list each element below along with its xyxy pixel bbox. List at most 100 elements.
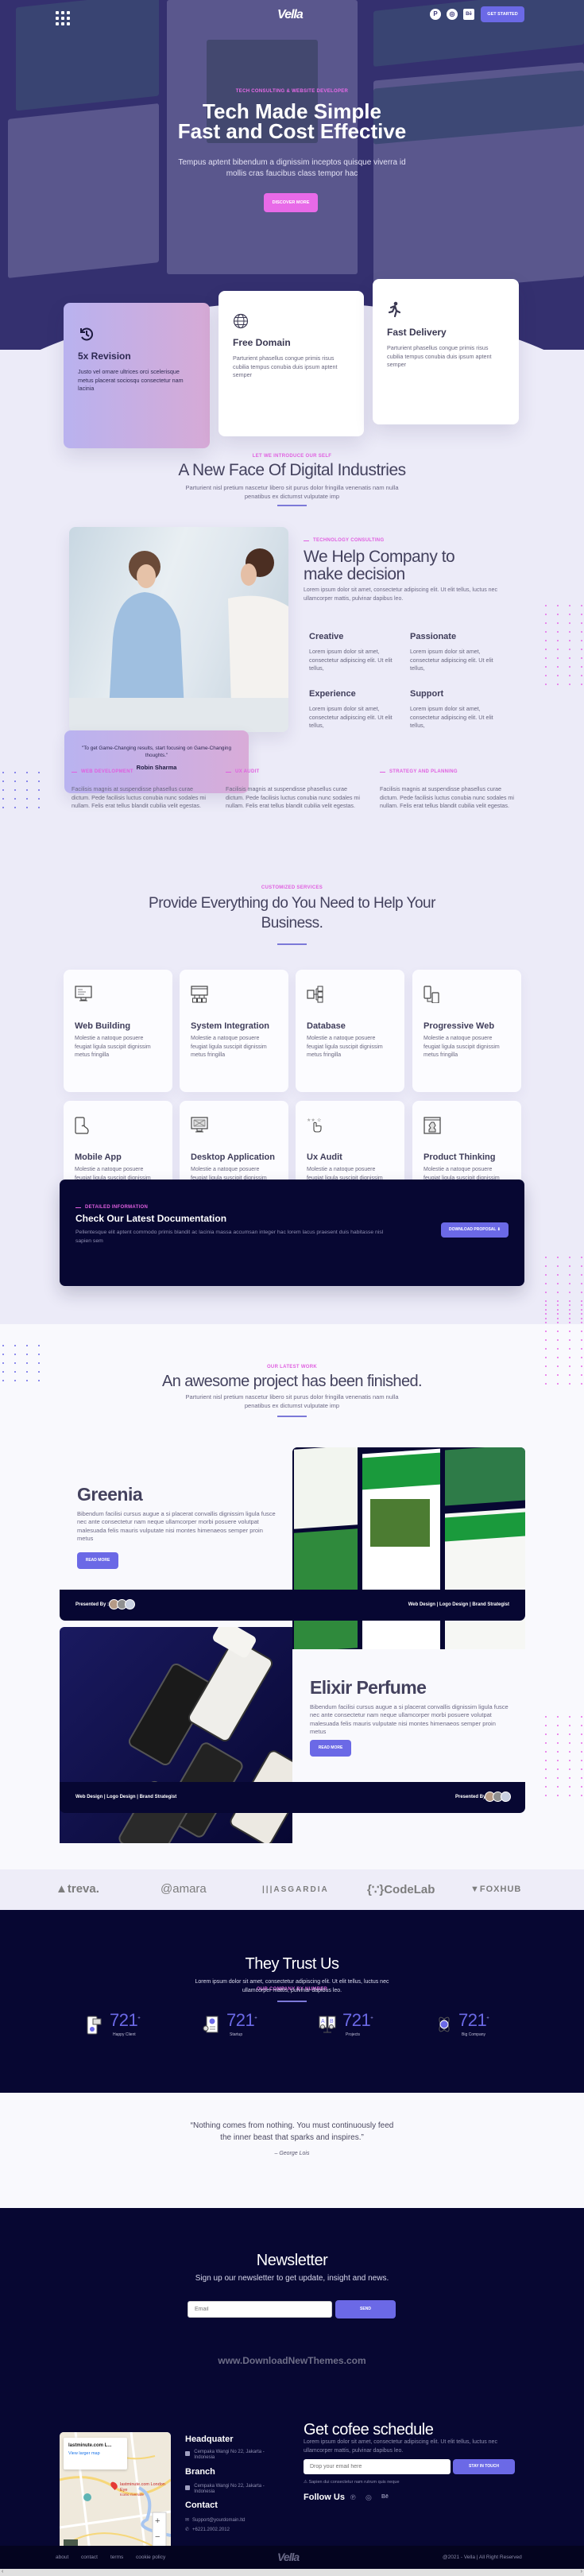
view-larger-map-link[interactable]: View larger map bbox=[68, 2451, 127, 2456]
service-title: Product Thinking bbox=[423, 1152, 496, 1162]
dribbble-icon[interactable]: ◎ bbox=[365, 2493, 372, 2502]
service-title: Ux Audit bbox=[307, 1152, 342, 1162]
stay-in-touch-button[interactable]: Stay in Touch bbox=[453, 2459, 515, 2474]
footer-link-about[interactable]: about bbox=[56, 2555, 68, 2560]
behance-icon[interactable]: Bē bbox=[381, 2494, 389, 2500]
svg-text:A: A bbox=[321, 2019, 325, 2024]
service-card[interactable]: Web Building Molestie a natoque posuere … bbox=[64, 970, 172, 1092]
footer-link-terms[interactable]: terms bbox=[110, 2555, 123, 2560]
scroll-left-icon[interactable]: ‹ bbox=[2, 2569, 3, 2574]
site-logo[interactable]: Vella bbox=[277, 8, 304, 22]
branch-address: Cempaka Wangi No 22, Jakarta - Indonesia bbox=[185, 2484, 277, 2495]
feature-text: Parturient phasellus congue primis risus… bbox=[387, 344, 492, 368]
horizontal-scrollbar[interactable]: ‹ › bbox=[0, 2569, 584, 2576]
dot bbox=[557, 631, 559, 633]
dot bbox=[569, 1348, 570, 1350]
footer-logo[interactable]: Vella bbox=[277, 2551, 300, 2563]
doc-title: Check Our Latest Documentation bbox=[75, 1213, 227, 1224]
read-more-button[interactable]: Read More bbox=[77, 1552, 118, 1569]
feature-title: Fast Delivery bbox=[387, 327, 447, 338]
dot bbox=[545, 1751, 547, 1753]
dot bbox=[545, 1283, 547, 1284]
svg-text:B: B bbox=[330, 2019, 334, 2024]
dot bbox=[569, 684, 570, 685]
service-card[interactable]: Progressive Web Molestie a natoque posue… bbox=[412, 970, 521, 1092]
service-card[interactable]: Database Molestie a natoque posuere feug… bbox=[296, 970, 404, 1092]
branch-address-text: Cempaka Wangi No 22, Jakarta - Indonesia bbox=[194, 2484, 265, 2494]
brand-name: CodeLab bbox=[384, 1883, 435, 1896]
dot bbox=[26, 781, 28, 782]
dot bbox=[569, 1313, 570, 1315]
dot bbox=[581, 1304, 582, 1306]
team-photo bbox=[69, 527, 288, 732]
dot bbox=[569, 1257, 570, 1258]
pinterest-icon[interactable]: P bbox=[430, 9, 441, 20]
service-card[interactable]: System Integration Molestie a natoque po… bbox=[180, 970, 288, 1092]
newsletter-email-input[interactable] bbox=[188, 2301, 332, 2318]
scroll-right-icon[interactable]: › bbox=[581, 2569, 582, 2574]
stat-suffix: + bbox=[486, 2016, 489, 2021]
download-icon: ⬇ bbox=[497, 1227, 501, 1232]
rating-hand-icon: ★★ ☆ bbox=[307, 1118, 322, 1133]
mockup-header bbox=[362, 1452, 440, 1490]
dot bbox=[545, 1292, 547, 1293]
read-more-button[interactable]: Read More bbox=[310, 1740, 351, 1757]
dot bbox=[2, 789, 4, 791]
dot bbox=[38, 807, 40, 808]
footer-link-contact[interactable]: contact bbox=[81, 2555, 98, 2560]
dot bbox=[545, 1725, 547, 1726]
dot bbox=[557, 1357, 559, 1358]
zoom-out-icon[interactable]: − bbox=[155, 2532, 160, 2542]
dot bbox=[2, 772, 4, 773]
monitor-code-icon bbox=[75, 986, 92, 1001]
svg-text:☆: ☆ bbox=[317, 1118, 321, 1123]
dot bbox=[557, 1322, 559, 1323]
hero-subtitle-line-1: Tempus aptent bibendum a dignissim incep… bbox=[178, 158, 406, 167]
schedule-text: Lorem ipsum dolor sit amet, consectetur … bbox=[304, 2439, 497, 2454]
dot bbox=[569, 631, 570, 633]
dot bbox=[557, 1760, 559, 1761]
download-proposal-button[interactable]: Download Proposal ⬇ bbox=[441, 1222, 509, 1238]
dot bbox=[557, 675, 559, 676]
dot bbox=[581, 1331, 582, 1332]
discover-more-button[interactable]: Discover More bbox=[264, 193, 318, 212]
contact-phone[interactable]: ✆ +6221.2002.2012 bbox=[185, 2527, 230, 2532]
dot bbox=[545, 684, 547, 685]
dot bbox=[581, 666, 582, 668]
brand-name: treva. bbox=[67, 1882, 99, 1896]
follow-us-title: Follow Us bbox=[304, 2493, 345, 2502]
avatar bbox=[501, 1792, 511, 1802]
dot bbox=[581, 1322, 582, 1323]
dot bbox=[2, 1345, 4, 1346]
help-item-title: Creative bbox=[309, 632, 344, 641]
dot bbox=[557, 622, 559, 624]
schedule-title: Get cofee schedule bbox=[304, 2421, 434, 2438]
ab-test-icon: AB bbox=[319, 2016, 336, 2033]
quote-section: “Nothing comes from nothing. You must co… bbox=[0, 2093, 584, 2208]
dot bbox=[14, 789, 16, 791]
project-tags: Web Design | Logo Design | Brand Strateg… bbox=[408, 1602, 509, 1607]
feature-card: Free Domain Parturient phasellus congue … bbox=[219, 291, 364, 436]
dribbble-icon[interactable]: ◎ bbox=[447, 9, 458, 20]
footer-link-cookie-policy[interactable]: cookie policy bbox=[136, 2555, 165, 2560]
doc-eyebrow: Detailed Information bbox=[75, 1205, 148, 1210]
dot bbox=[581, 1751, 582, 1753]
map-pin-title: lastminute.com London Eye bbox=[120, 2482, 165, 2493]
stat-suffix: + bbox=[370, 2016, 373, 2021]
pinterest-icon[interactable]: ℗ bbox=[350, 2493, 356, 2501]
dot bbox=[38, 772, 40, 773]
dot bbox=[569, 666, 570, 668]
zoom-in-icon[interactable]: + bbox=[155, 2516, 160, 2526]
service-title: Mobile App bbox=[75, 1152, 122, 1162]
project-text: Bibendum facilisi cursus augue a si plac… bbox=[77, 1510, 276, 1542]
contact-email[interactable]: ✉ Support@yourdomain.ltd bbox=[185, 2517, 246, 2523]
behance-icon[interactable]: Bē bbox=[463, 9, 474, 20]
newsletter-send-button[interactable]: Send bbox=[335, 2300, 396, 2318]
dot bbox=[545, 1304, 547, 1306]
help-item-text: Lorem ipsum dolor sit amet, consectetur … bbox=[410, 705, 493, 729]
grid-menu-icon[interactable] bbox=[56, 11, 70, 25]
get-started-button[interactable]: Get Started bbox=[481, 6, 524, 22]
schedule-email-input[interactable] bbox=[304, 2459, 451, 2474]
brand-logo-treva: ▲treva. bbox=[56, 1882, 99, 1896]
location-map[interactable]: lastminute.com L... View larger map last… bbox=[60, 2432, 171, 2565]
